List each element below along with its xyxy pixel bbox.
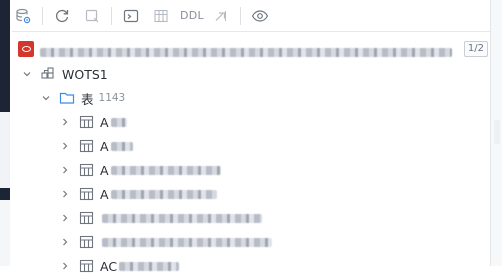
redacted-text — [110, 165, 221, 175]
chevron-right-icon[interactable] — [58, 139, 72, 153]
eye-icon[interactable] — [249, 5, 271, 27]
chevron-right-icon[interactable] — [58, 259, 72, 273]
chevron-down-icon[interactable] — [39, 91, 53, 105]
redacted-text — [110, 189, 217, 199]
table-name: A — [100, 162, 109, 178]
table-row[interactable] — [12, 206, 490, 230]
toolbar-separator — [111, 6, 112, 25]
table-row[interactable]: AC — [12, 254, 490, 278]
table-name: AC — [100, 258, 118, 274]
table-icon — [78, 114, 94, 130]
database-navigator-panel: DDL 1/2 WOTS1 表 1143 A A A A AC — [12, 0, 490, 274]
chevron-right-icon[interactable] — [58, 187, 72, 201]
toolbar-separator — [42, 6, 43, 25]
table-row[interactable]: A — [12, 182, 490, 206]
table-row[interactable]: A — [12, 110, 490, 134]
tree-item-schema[interactable]: WOTS1 — [12, 62, 490, 86]
redacted-text — [102, 213, 262, 223]
tree-item-tables-folder[interactable]: 表 1143 — [12, 86, 490, 110]
folder-icon — [59, 90, 75, 106]
table-icon — [78, 162, 94, 178]
console-icon[interactable] — [120, 5, 142, 27]
chevron-right-icon[interactable] — [58, 211, 72, 225]
connection-name-redacted — [40, 42, 460, 57]
table-row[interactable]: A — [12, 134, 490, 158]
connection-row[interactable]: 1/2 — [12, 38, 490, 60]
table-row[interactable] — [12, 230, 490, 254]
left-window-edge — [0, 0, 12, 266]
database-settings-icon[interactable] — [12, 5, 34, 27]
schema-label: WOTS1 — [62, 66, 108, 82]
jump-to-source-icon[interactable] — [210, 5, 232, 27]
table-name: A — [100, 138, 109, 154]
table-name: A — [100, 186, 109, 202]
folder-count: 1143 — [98, 92, 126, 104]
table-icon — [78, 234, 94, 250]
toolbar-separator — [239, 6, 241, 25]
ddl-button[interactable]: DDL — [180, 9, 204, 22]
redacted-text — [110, 117, 127, 127]
redacted-text — [119, 261, 180, 271]
table-icon — [78, 186, 94, 202]
navigator-toolbar: DDL — [12, 0, 490, 32]
refresh-icon[interactable] — [51, 5, 73, 27]
table-name: A — [100, 114, 109, 130]
table-icon — [78, 258, 94, 274]
table-icon — [78, 138, 94, 154]
table-icon — [78, 210, 94, 226]
redacted-text — [110, 141, 133, 151]
table-view-icon[interactable] — [150, 5, 172, 27]
oracle-icon — [18, 41, 34, 57]
search-match-count: 1/2 — [463, 41, 488, 57]
chevron-right-icon[interactable] — [58, 163, 72, 177]
redacted-text — [102, 237, 272, 247]
chevron-right-icon[interactable] — [58, 115, 72, 129]
right-window-edge — [490, 0, 502, 266]
folder-label: 表 — [81, 91, 94, 107]
chevron-down-icon[interactable] — [20, 67, 34, 81]
stop-icon[interactable] — [81, 5, 103, 27]
schema-icon — [40, 66, 56, 82]
table-row[interactable]: A — [12, 158, 490, 182]
chevron-right-icon[interactable] — [58, 235, 72, 249]
